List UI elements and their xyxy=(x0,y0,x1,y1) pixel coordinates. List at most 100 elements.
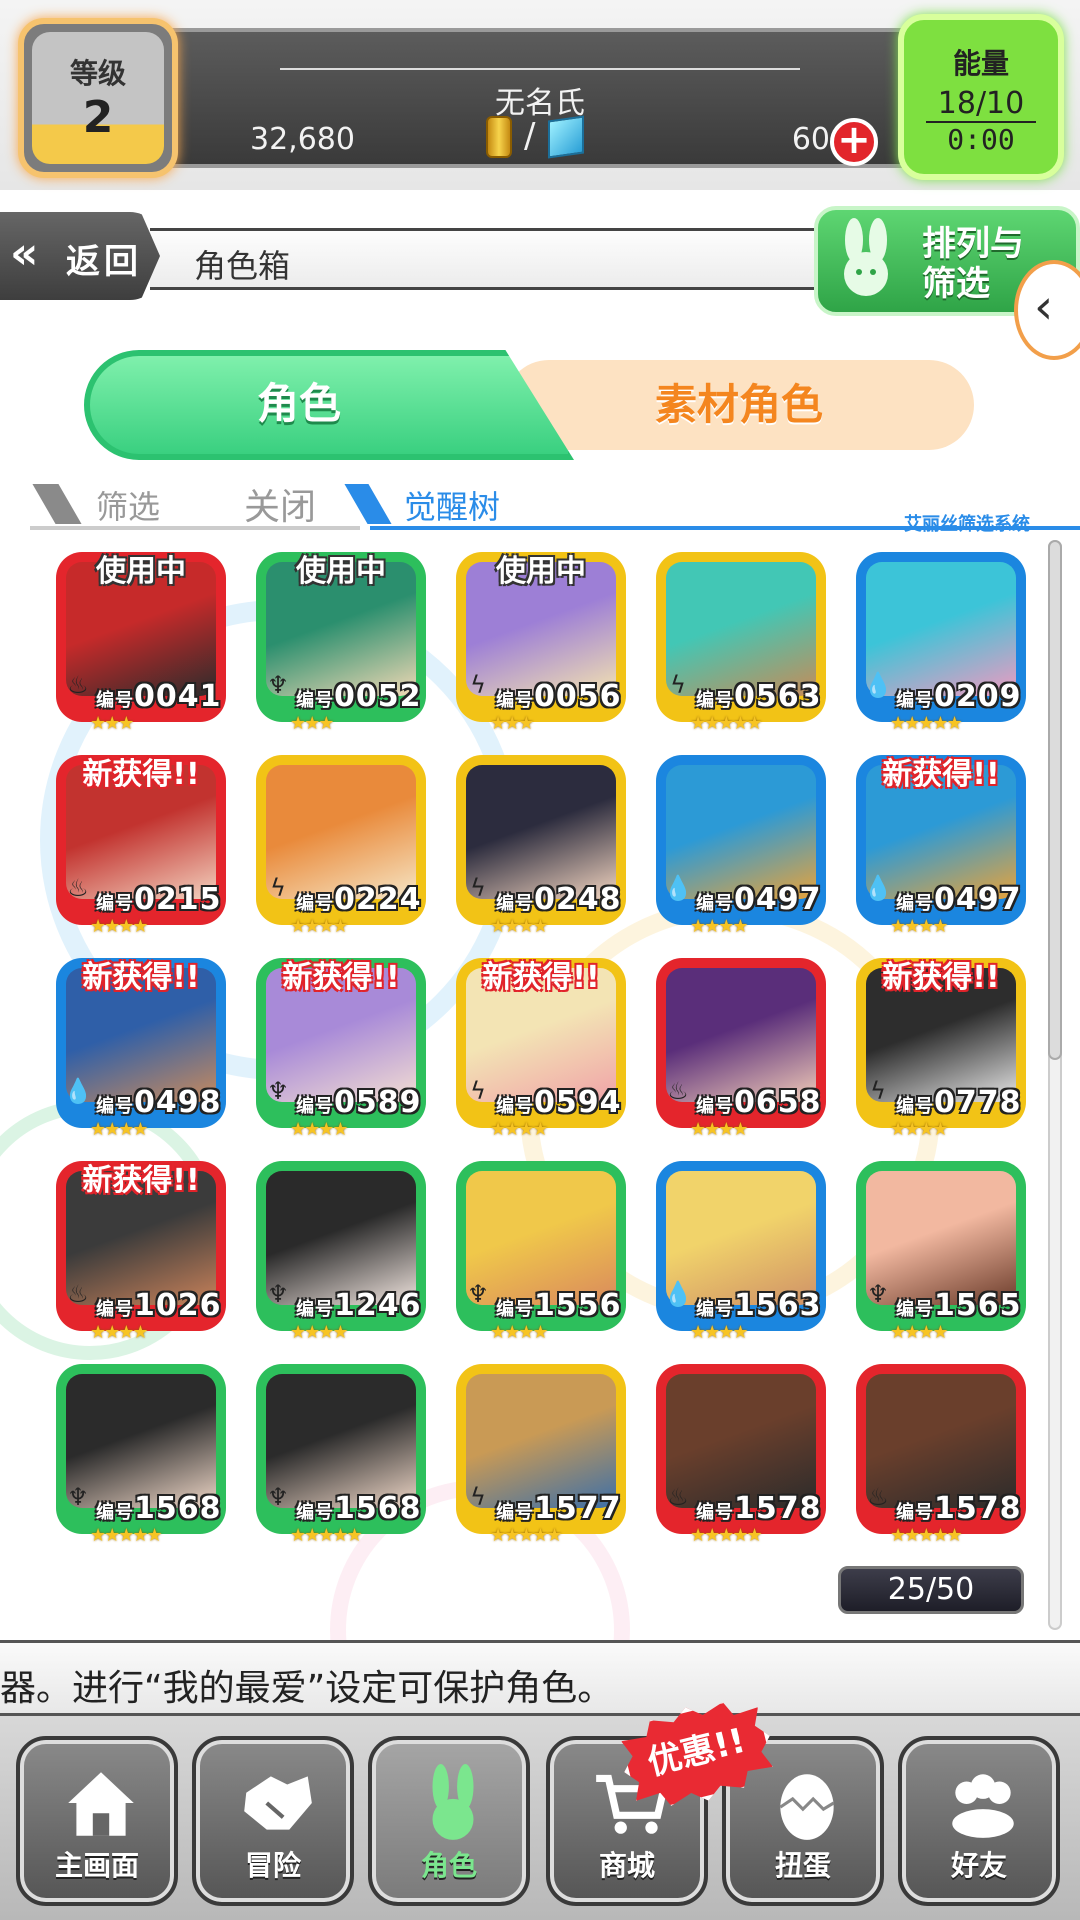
character-card[interactable]: 💧 编号0209 ★★★★★ xyxy=(856,552,1026,734)
character-card[interactable]: 💧 编号0498 ★★★★ 新获得!! xyxy=(56,958,226,1140)
card-number-prefix: 编号 xyxy=(696,690,734,711)
character-card[interactable]: 💧 编号0497 ★★★★ xyxy=(656,755,826,937)
rarity-stars: ★★★★ xyxy=(490,1119,549,1140)
character-card[interactable]: ϟ 编号0056 ★★★ 使用中 xyxy=(456,552,626,734)
tab-materials[interactable]: 素材角色 xyxy=(504,360,974,450)
new-tag: 新获得!! xyxy=(882,960,1000,995)
light-element-icon: ϟ xyxy=(870,1077,886,1105)
rarity-stars: ★★★★ xyxy=(90,1322,149,1343)
in-use-tag: 使用中 xyxy=(96,554,186,589)
card-number: 编号1578 xyxy=(696,1491,822,1526)
fire-element-icon: ♨ xyxy=(867,1483,889,1511)
new-tag: 新获得!! xyxy=(82,757,200,792)
coin-icon xyxy=(486,116,512,158)
card-number-prefix: 编号 xyxy=(96,1096,134,1117)
rarity-stars: ★★★ xyxy=(90,713,134,734)
in-use-tag: 使用中 xyxy=(296,554,386,589)
card-number: 编号0497 xyxy=(896,882,1022,917)
character-card[interactable]: ♆ 编号1568 ★★★★★ xyxy=(256,1364,426,1546)
character-card[interactable]: ♆ 编号1556 ★★★★ xyxy=(456,1161,626,1343)
filter-close-button[interactable]: 关闭 xyxy=(244,478,316,530)
nav-friends-button[interactable]: 好友 xyxy=(898,1736,1060,1906)
handshake-icon xyxy=(236,1762,318,1844)
character-card[interactable]: ♆ 编号1568 ★★★★★ xyxy=(56,1364,226,1546)
card-number-prefix: 编号 xyxy=(96,1299,134,1320)
rarity-stars: ★★★★★ xyxy=(290,1525,363,1546)
awaken-tree-button[interactable]: 觉醒树 xyxy=(404,482,500,528)
light-element-icon: ϟ xyxy=(670,671,686,699)
character-card[interactable]: ♨ 编号1578 ★★★★★ xyxy=(656,1364,826,1546)
rarity-stars: ★★★★ xyxy=(690,916,749,937)
card-number: 编号1563 xyxy=(696,1288,822,1323)
character-card[interactable]: ϟ 编号0594 ★★★★ 新获得!! xyxy=(456,958,626,1140)
nav-label: 好友 xyxy=(950,1849,1007,1882)
energy-panel[interactable]: 能量 18/10 0:00 xyxy=(898,14,1064,180)
player-info-bar: 无名氏 32,680 / 60 xyxy=(150,28,930,168)
rarity-stars: ★★★★ xyxy=(90,1119,149,1140)
friends-icon xyxy=(942,1762,1024,1844)
nav-label: 商城 xyxy=(598,1849,655,1882)
rarity-stars: ★★★★ xyxy=(290,916,349,937)
rarity-stars: ★★★★★ xyxy=(890,713,963,734)
wood-element-icon: ♆ xyxy=(267,1280,289,1308)
nav-home-button[interactable]: 主画面 xyxy=(16,1736,178,1906)
character-card[interactable]: ♨ 编号0658 ★★★★ xyxy=(656,958,826,1140)
currency-icons: / xyxy=(486,115,596,160)
card-number-prefix: 编号 xyxy=(896,1096,934,1117)
hint-ticker: 器。进行“我的最爱”设定可保护角色。 xyxy=(0,1640,1080,1716)
rarity-stars: ★★★★★ xyxy=(690,713,763,734)
character-card[interactable]: ϟ 编号0224 ★★★★ xyxy=(256,755,426,937)
character-card[interactable]: 💧 编号1563 ★★★★ xyxy=(656,1161,826,1343)
nav-handshake-button[interactable]: 冒险 xyxy=(192,1736,354,1906)
character-card[interactable]: ϟ 编号0563 ★★★★★ xyxy=(656,552,826,734)
rarity-stars: ★★★ xyxy=(290,713,334,734)
rarity-stars: ★★★ xyxy=(490,713,534,734)
character-card[interactable]: ♆ 编号1565 ★★★★ xyxy=(856,1161,1026,1343)
card-number-prefix: 编号 xyxy=(96,893,134,914)
character-card[interactable]: ♨ 编号0215 ★★★★ 新获得!! xyxy=(56,755,226,937)
character-card[interactable]: ♨ 编号1578 ★★★★★ xyxy=(856,1364,1026,1546)
new-tag: 新获得!! xyxy=(82,1163,200,1198)
card-number: 编号1565 xyxy=(896,1288,1022,1323)
card-number-prefix: 编号 xyxy=(696,893,734,914)
nav-rabbit-button[interactable]: 角色 xyxy=(368,1736,530,1906)
card-number-prefix: 编号 xyxy=(96,690,134,711)
character-card[interactable]: ♆ 编号0052 ★★★ 使用中 xyxy=(256,552,426,734)
bottom-navigation: 主画面 冒险 角色 商城 扭蛋 好友 xyxy=(0,1716,1080,1920)
character-card[interactable]: ϟ 编号1577 ★★★★★ xyxy=(456,1364,626,1546)
character-card[interactable]: ϟ 编号0248 ★★★★ xyxy=(456,755,626,937)
character-card[interactable]: ♨ 编号0041 ★★★ 使用中 xyxy=(56,552,226,734)
card-number-prefix: 编号 xyxy=(96,1502,134,1523)
card-number: 编号0248 xyxy=(496,882,622,917)
character-card[interactable]: 💧 编号0497 ★★★★ 新获得!! xyxy=(856,755,1026,937)
card-number-prefix: 编号 xyxy=(896,690,934,711)
light-element-icon: ϟ xyxy=(470,671,486,699)
add-gem-button[interactable]: + xyxy=(830,118,878,166)
side-panel-toggle[interactable]: ‹ xyxy=(1014,260,1080,360)
character-card[interactable]: ϟ 编号0778 ★★★★ 新获得!! xyxy=(856,958,1026,1140)
new-tag: 新获得!! xyxy=(282,960,400,995)
ticker-text: 器。进行“我的最爱”设定可保护角色。 xyxy=(0,1668,614,1709)
card-number: 编号0056 xyxy=(496,679,622,714)
level-badge: 等级 2 xyxy=(18,18,178,178)
card-number-prefix: 编号 xyxy=(696,1299,734,1320)
tab-characters[interactable]: 角色 xyxy=(84,350,574,460)
light-element-icon: ϟ xyxy=(470,1077,486,1105)
character-card[interactable]: ♆ 编号0589 ★★★★ 新获得!! xyxy=(256,958,426,1140)
rarity-stars: ★★★★ xyxy=(490,916,549,937)
wood-element-icon: ♆ xyxy=(467,1280,489,1308)
rarity-stars: ★★★★ xyxy=(490,1322,549,1343)
card-number-prefix: 编号 xyxy=(296,1299,334,1320)
character-card[interactable]: ♨ 编号1026 ★★★★ 新获得!! xyxy=(56,1161,226,1343)
new-tag: 新获得!! xyxy=(882,757,1000,792)
fire-element-icon: ♨ xyxy=(67,671,89,699)
filter-button[interactable]: 筛选 xyxy=(96,482,160,528)
card-number-prefix: 编号 xyxy=(896,893,934,914)
rabbit-icon xyxy=(844,218,888,296)
scrollbar-thumb[interactable] xyxy=(1048,540,1062,1060)
water-element-icon: 💧 xyxy=(863,671,893,699)
card-number-prefix: 编号 xyxy=(696,1502,734,1523)
character-card[interactable]: ♆ 编号1246 ★★★★ xyxy=(256,1161,426,1343)
new-tag: 新获得!! xyxy=(482,960,600,995)
back-button[interactable]: « 返回 xyxy=(0,212,160,300)
